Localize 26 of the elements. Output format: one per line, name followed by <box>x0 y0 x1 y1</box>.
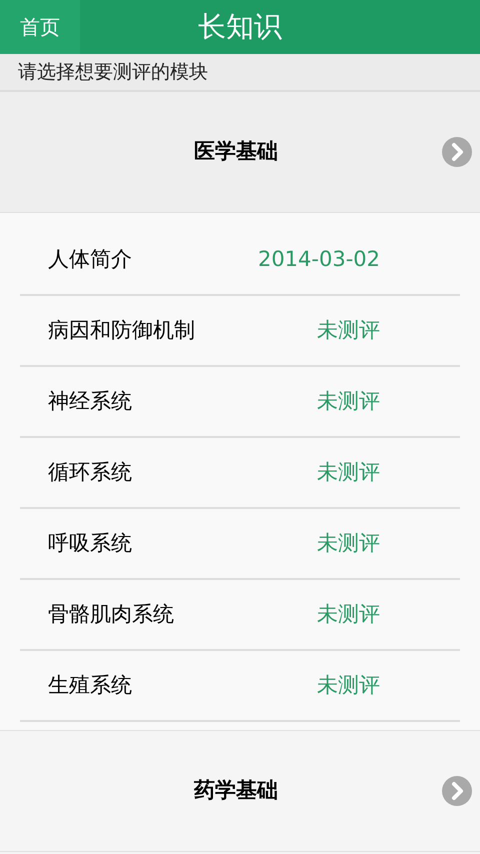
list-item[interactable]: 人体简介 2014-03-02 <box>20 225 460 296</box>
module-item-name: 呼吸系统 <box>47 530 133 557</box>
evaluation-status: 未测评 <box>317 530 381 557</box>
chevron-right-icon <box>442 137 472 167</box>
module-item-name: 神经系统 <box>47 388 133 415</box>
prompt-text: 请选择想要测评的模块 <box>17 60 208 85</box>
list-item[interactable]: 循环系统 未测评 <box>20 438 460 509</box>
page-title: 长知识 <box>197 9 283 45</box>
list-item[interactable]: 病因和防御机制 未测评 <box>20 296 460 367</box>
module-item-name: 人体简介 <box>47 246 133 273</box>
evaluation-status: 2014-03-02 <box>258 246 381 273</box>
list-item[interactable]: 生殖系统 未测评 <box>20 651 460 722</box>
list-item[interactable]: 呼吸系统 未测评 <box>20 509 460 580</box>
evaluation-status: 未测评 <box>317 600 381 628</box>
list-item[interactable]: 神经系统 未测评 <box>20 367 460 438</box>
module-item-name: 病因和防御机制 <box>47 316 196 344</box>
evaluation-status: 未测评 <box>317 388 381 415</box>
module-header[interactable]: 医学基础 <box>0 92 480 213</box>
list-item[interactable]: 骨骼肌肉系统 未测评 <box>20 580 460 651</box>
evaluation-status: 未测评 <box>317 316 381 344</box>
module-item-name: 骨骼肌肉系统 <box>47 600 175 628</box>
chevron-right-icon <box>442 776 472 806</box>
module-item-name: 生殖系统 <box>47 672 133 699</box>
module-item-name: 循环系统 <box>47 458 133 486</box>
evaluation-status: 未测评 <box>317 458 381 486</box>
evaluation-status: 未测评 <box>317 672 381 699</box>
